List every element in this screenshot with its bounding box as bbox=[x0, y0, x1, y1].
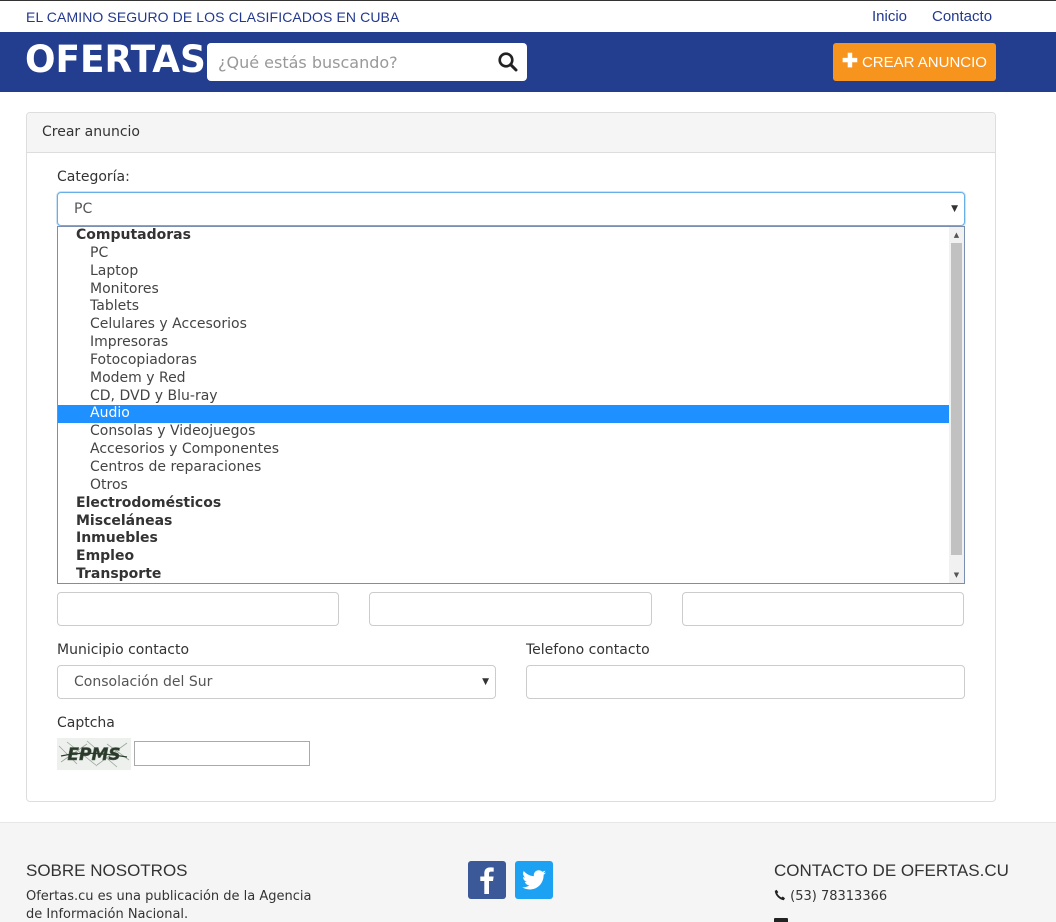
form-field-3[interactable] bbox=[682, 592, 964, 626]
telefono-input[interactable] bbox=[526, 665, 965, 699]
dropdown-option[interactable]: Monitores bbox=[58, 281, 949, 299]
panel-heading: Crear anuncio bbox=[27, 113, 995, 153]
phone-icon bbox=[774, 889, 790, 904]
categoria-value: PC bbox=[74, 201, 93, 217]
categoria-select[interactable]: PC ▼ bbox=[57, 192, 965, 226]
dropdown-group-label: Transporte bbox=[76, 566, 162, 583]
captcha-image: EPMS bbox=[57, 738, 131, 770]
form-field-2[interactable] bbox=[369, 592, 652, 626]
twitter-icon[interactable] bbox=[515, 861, 553, 899]
scroll-down-icon[interactable]: ▼ bbox=[949, 568, 964, 582]
site-tagline: EL CAMINO SEGURO DE LOS CLASIFICADOS EN … bbox=[26, 9, 400, 25]
dropdown-group-label: Electrodomésticos bbox=[76, 494, 222, 511]
dropdown-option[interactable]: Celulares y Accesorios bbox=[58, 316, 949, 334]
site-header: OFERTAS ✚ CREAR ANUNCIO bbox=[0, 32, 1056, 92]
site-footer: SOBRE NOSOTROS Ofertas.cu es una publica… bbox=[0, 822, 1056, 922]
panel-title: Crear anuncio bbox=[42, 124, 140, 140]
dropdown-group-label: Misceláneas bbox=[76, 512, 173, 529]
search-input[interactable] bbox=[207, 43, 487, 81]
dropdown-option[interactable]: Centros de reparaciones bbox=[58, 459, 949, 477]
dropdown-option[interactable]: Impresoras bbox=[58, 334, 949, 352]
form-field-1[interactable] bbox=[57, 592, 339, 626]
contacto-phone: (53) 78313366 bbox=[774, 888, 887, 906]
telefono-label: Telefono contacto bbox=[526, 642, 650, 658]
dropdown-option[interactable]: Tablets bbox=[58, 298, 949, 316]
dropdown-scrollbar[interactable]: ▲ ▼ bbox=[949, 227, 964, 583]
plus-icon: ✚ bbox=[842, 50, 858, 72]
captcha-input[interactable] bbox=[134, 741, 310, 766]
dropdown-options: Computadoras PC Laptop Monitores Tablets Celu… bbox=[58, 227, 949, 583]
sobre-nosotros-text-2: de Información Nacional. bbox=[26, 907, 189, 922]
dropdown-option[interactable]: Accesorios y Componentes bbox=[58, 441, 949, 459]
nav-contacto[interactable]: Contacto bbox=[932, 8, 992, 25]
dropdown-option[interactable]: CD, DVD y Blu-ray bbox=[58, 388, 949, 406]
dropdown-group-label: Computadoras bbox=[76, 227, 191, 243]
municipio-label: Municipio contacto bbox=[57, 642, 190, 658]
scroll-up-icon[interactable]: ▲ bbox=[949, 228, 964, 242]
envelope-icon bbox=[774, 918, 788, 922]
chevron-down-icon: ▼ bbox=[482, 677, 489, 687]
dropdown-option[interactable]: Modem y Red bbox=[58, 370, 949, 388]
dropdown-group-label: Inmuebles bbox=[76, 530, 158, 547]
search-icon[interactable] bbox=[497, 51, 519, 73]
search-box bbox=[207, 43, 527, 81]
dropdown-option[interactable]: Audio bbox=[58, 405, 949, 424]
categoria-dropdown-list[interactable]: Computadoras PC Laptop Monitores Tablets Celu… bbox=[57, 226, 965, 584]
categoria-label: Categoría: bbox=[57, 169, 130, 185]
municipio-value: Consolación del Sur bbox=[74, 674, 213, 690]
dropdown-option[interactable]: Laptop bbox=[58, 263, 949, 281]
dropdown-option[interactable]: Consolas y Videojuegos bbox=[58, 423, 949, 441]
dropdown-group-label: Empleo bbox=[76, 548, 135, 565]
dropdown-option[interactable]: Otros bbox=[58, 477, 949, 495]
captcha-label: Captcha bbox=[57, 715, 115, 731]
crear-anuncio-button[interactable]: ✚ CREAR ANUNCIO bbox=[833, 43, 996, 81]
nav-inicio[interactable]: Inicio bbox=[872, 8, 907, 25]
sobre-nosotros-text-1: Ofertas.cu es una publicación de la Agen… bbox=[26, 889, 312, 904]
chevron-down-icon: ▼ bbox=[951, 204, 958, 214]
sobre-nosotros-title: SOBRE NOSOTROS bbox=[26, 861, 188, 880]
facebook-icon[interactable] bbox=[468, 861, 506, 899]
contacto-title: CONTACTO DE OFERTAS.CU bbox=[774, 861, 1009, 880]
dropdown-option[interactable]: PC bbox=[58, 245, 949, 263]
municipio-select[interactable]: Consolación del Sur ▼ bbox=[57, 665, 496, 699]
top-bar: EL CAMINO SEGURO DE LOS CLASIFICADOS EN … bbox=[0, 1, 1056, 32]
scrollbar-thumb[interactable] bbox=[951, 243, 962, 555]
crear-anuncio-label: CREAR ANUNCIO bbox=[861, 53, 987, 71]
contacto-phone-number: (53) 78313366 bbox=[790, 889, 888, 904]
dropdown-option[interactable]: Fotocopiadoras bbox=[58, 352, 949, 370]
site-logo[interactable]: OFERTAS bbox=[25, 38, 206, 81]
